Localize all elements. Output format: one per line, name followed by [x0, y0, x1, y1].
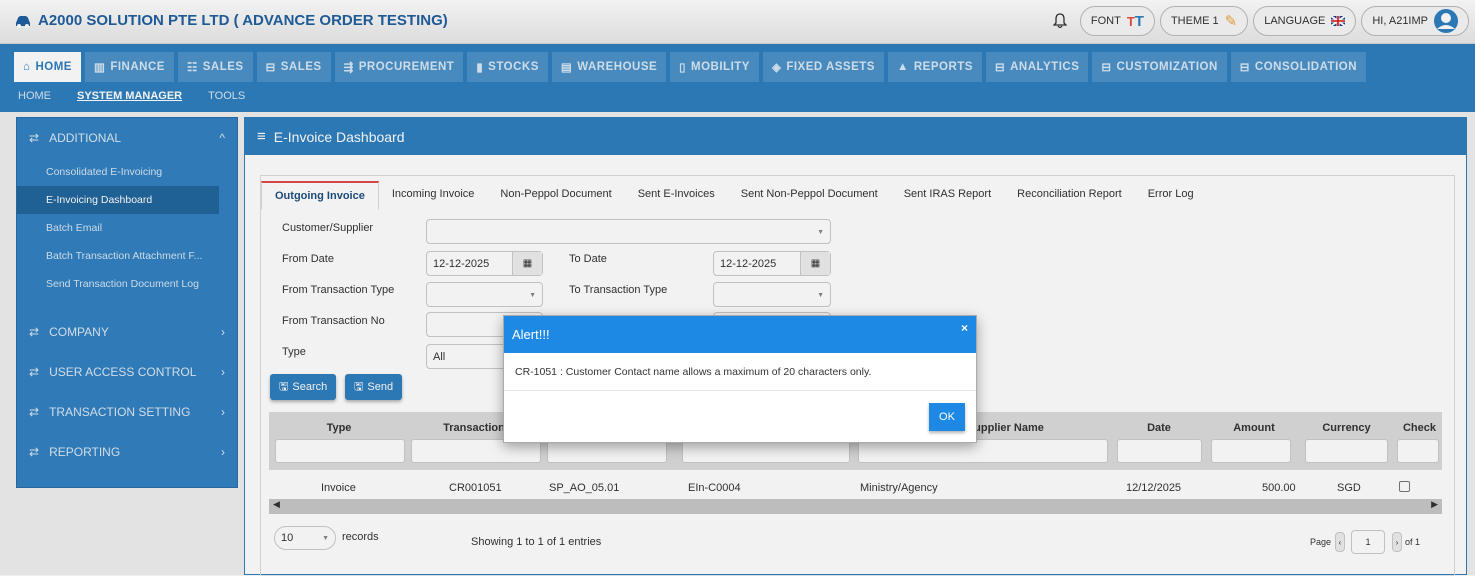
alert-dialog: Alert!!! × CR-1051 : Customer Contact na…: [503, 315, 977, 443]
alert-message: CR-1051 : Customer Contact name allows a…: [504, 353, 976, 391]
modal-overlay: [0, 0, 1475, 575]
close-icon[interactable]: ×: [961, 321, 968, 335]
alert-header: Alert!!! ×: [504, 316, 976, 353]
ok-button[interactable]: OK: [929, 403, 965, 431]
alert-title: Alert!!!: [512, 327, 550, 342]
